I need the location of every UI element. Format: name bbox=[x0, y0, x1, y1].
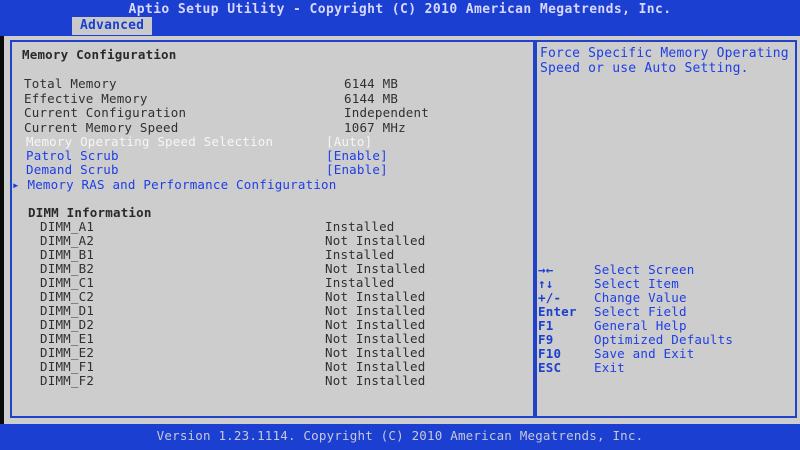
option-memory-operating-speed-selection[interactable]: Memory Operating Speed Selection [Auto] bbox=[26, 135, 526, 149]
dimm-slot-status: Not Installed bbox=[325, 303, 426, 318]
dimm-slot-name: DIMM_D1 bbox=[40, 303, 95, 318]
info-row-current-memory-speed: Current Memory Speed 1067 MHz bbox=[24, 121, 524, 135]
option-label: Memory Operating Speed Selection bbox=[26, 134, 274, 149]
help-pane bbox=[535, 40, 797, 418]
option-value[interactable]: [Enable] bbox=[326, 163, 388, 177]
dimm-slot-name: DIMM_F1 bbox=[40, 359, 95, 374]
section-heading-dimm-information: DIMM Information bbox=[28, 205, 152, 220]
key-desc: Select Screen bbox=[594, 262, 695, 277]
info-label: Current Configuration bbox=[24, 105, 187, 120]
info-value: 6144 MB bbox=[344, 91, 399, 106]
key-desc: Change Value bbox=[594, 290, 687, 305]
dimm-slot-status: Not Installed bbox=[325, 331, 426, 346]
up-down-arrows-icon: ↑↓ bbox=[538, 276, 554, 291]
dimm-slot-name: DIMM_E1 bbox=[40, 331, 95, 346]
dimm-slot-name: DIMM_E2 bbox=[40, 345, 95, 360]
dimm-slot-status: Not Installed bbox=[325, 233, 426, 248]
option-label: Demand Scrub bbox=[26, 162, 119, 177]
tab-advanced[interactable]: Advanced bbox=[72, 17, 153, 35]
info-row-total-memory: Total Memory 6144 MB bbox=[24, 77, 524, 91]
info-label: Current Memory Speed bbox=[24, 120, 179, 135]
version-text: Version 1.23.1114. Copyright (C) 2010 Am… bbox=[156, 428, 644, 443]
key-label: F9 bbox=[538, 332, 554, 347]
dimm-slot-status: Not Installed bbox=[325, 359, 426, 374]
key-desc: Select Item bbox=[594, 276, 679, 291]
help-text-line: Speed or use Auto Setting. bbox=[540, 61, 749, 76]
dimm-slot-name: DIMM_F2 bbox=[40, 373, 95, 388]
dimm-slot-name: DIMM_C1 bbox=[40, 275, 95, 290]
dimm-slot-status: Installed bbox=[325, 275, 395, 290]
key-label: Enter bbox=[538, 304, 577, 319]
key-label: ESC bbox=[538, 360, 562, 375]
bios-screen: Aptio Setup Utility - Copyright (C) 2010… bbox=[0, 0, 800, 450]
dimm-slot-name: DIMM_B2 bbox=[40, 261, 95, 276]
key-label: F10 bbox=[538, 346, 562, 361]
info-value: 1067 MHz bbox=[344, 120, 406, 135]
dimm-slot-status: Not Installed bbox=[325, 345, 426, 360]
dimm-slot-status: Not Installed bbox=[325, 261, 426, 276]
option-demand-scrub[interactable]: Demand Scrub [Enable] bbox=[26, 163, 526, 177]
submenu-arrow-icon: ▸ bbox=[12, 177, 20, 192]
app-title: Aptio Setup Utility - Copyright (C) 2010… bbox=[128, 2, 672, 17]
info-label: Effective Memory bbox=[24, 91, 148, 106]
title-bar: Aptio Setup Utility - Copyright (C) 2010… bbox=[0, 0, 800, 36]
dimm-slot-status: Not Installed bbox=[325, 289, 426, 304]
submenu-label: Memory RAS and Performance Configuration bbox=[27, 177, 337, 192]
dimm-slot-name: DIMM_D2 bbox=[40, 317, 95, 332]
dimm-slot-name: DIMM_B1 bbox=[40, 247, 95, 262]
key-desc: Select Field bbox=[594, 304, 687, 319]
key-desc: General Help bbox=[594, 318, 687, 333]
option-value[interactable]: [Auto] bbox=[326, 135, 372, 149]
section-heading-memory-configuration: Memory Configuration bbox=[22, 47, 177, 62]
dimm-slot-status: Installed bbox=[325, 247, 395, 262]
key-label: +/- bbox=[538, 290, 562, 305]
key-desc: Exit bbox=[594, 360, 625, 375]
info-row-current-configuration: Current Configuration Independent bbox=[24, 106, 524, 120]
info-row-effective-memory: Effective Memory 6144 MB bbox=[24, 92, 524, 106]
submenu-memory-ras-performance[interactable]: ▸ Memory RAS and Performance Configurati… bbox=[12, 178, 337, 192]
option-patrol-scrub[interactable]: Patrol Scrub [Enable] bbox=[26, 149, 526, 163]
dimm-slot-name: DIMM_A1 bbox=[40, 219, 95, 234]
info-label: Total Memory bbox=[24, 76, 117, 91]
help-text-line: Force Specific Memory Operating bbox=[540, 46, 789, 61]
dimm-slot-status: Not Installed bbox=[325, 373, 426, 388]
option-value[interactable]: [Enable] bbox=[326, 149, 388, 163]
option-label: Patrol Scrub bbox=[26, 148, 119, 163]
key-desc: Optimized Defaults bbox=[594, 332, 734, 347]
dimm-slot-status: Installed bbox=[325, 219, 395, 234]
dimm-slot-status: Not Installed bbox=[325, 317, 426, 332]
footer-bar: Version 1.23.1114. Copyright (C) 2010 Am… bbox=[0, 424, 800, 450]
key-desc: Save and Exit bbox=[594, 346, 695, 361]
key-label: F1 bbox=[538, 318, 554, 333]
dimm-slot-name: DIMM_C2 bbox=[40, 289, 95, 304]
dimm-slot-name: DIMM_A2 bbox=[40, 233, 95, 248]
info-value: 6144 MB bbox=[344, 76, 399, 91]
left-right-arrows-icon: →← bbox=[538, 262, 554, 277]
info-value: Independent bbox=[344, 105, 429, 120]
help-text: Force Specific Memory Operating Speed or… bbox=[540, 46, 790, 76]
